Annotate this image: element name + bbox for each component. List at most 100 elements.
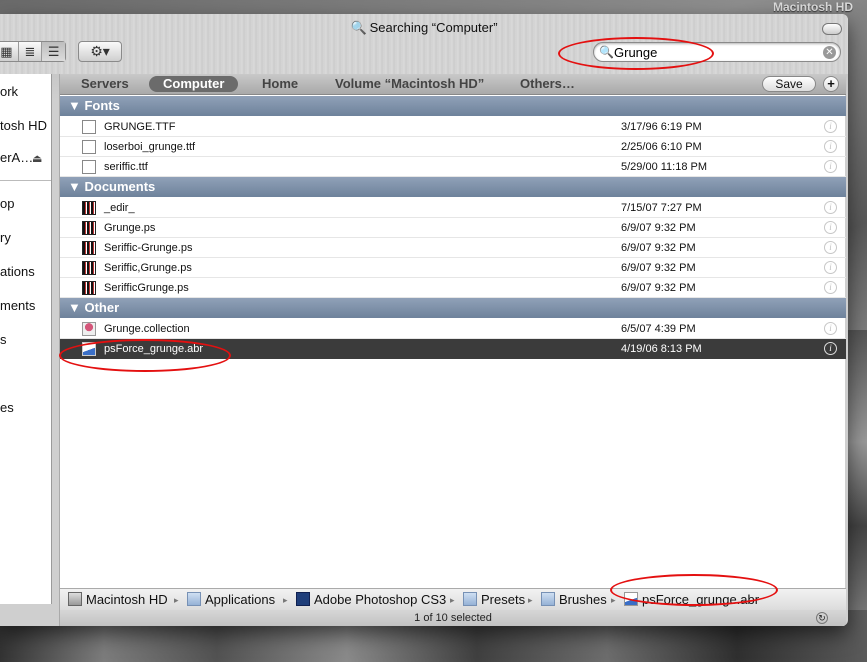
list-item[interactable]: Seriffic,Grunge.ps 6/9/07 9:32 PM i [60, 258, 846, 278]
path-separator-icon: ▸ [174, 595, 179, 605]
folder-icon [187, 592, 201, 606]
sidebar-item-pictures[interactable]: es [0, 400, 14, 415]
path-item[interactable]: Adobe Photoshop CS3 [296, 589, 446, 611]
annotation-circle-path-file [610, 574, 778, 606]
column-view-icon[interactable]: ☰ [42, 42, 66, 61]
scope-volume[interactable]: Volume “Macintosh HD” [335, 76, 484, 92]
scope-home[interactable]: Home [262, 76, 298, 92]
window-title: 🔍 Searching “Computer” [0, 20, 848, 36]
list-item[interactable]: GRUNGE.TTF 3/17/96 6:19 PM i [60, 117, 846, 137]
icon-view-icon[interactable]: ▦ [0, 42, 19, 61]
sidebar-item-applications[interactable]: ations [0, 264, 35, 279]
path-separator-icon: ▸ [528, 595, 533, 605]
list-item[interactable]: seriffic.ttf 5/29/00 11:18 PM i [60, 157, 846, 177]
info-icon[interactable]: i [824, 261, 837, 274]
collection-icon [82, 322, 96, 336]
file-date: 4/19/06 8:13 PM [621, 343, 702, 355]
sidebar-item-macintosh-hd[interactable]: tosh HD [0, 118, 47, 133]
postscript-file-icon [82, 241, 96, 255]
file-date: 3/17/96 6:19 PM [621, 121, 702, 133]
postscript-file-icon [82, 221, 96, 235]
folder-icon [541, 592, 555, 606]
sidebar-item-network[interactable]: ork [0, 84, 18, 99]
font-file-icon [82, 120, 96, 134]
save-search-button[interactable]: Save [762, 76, 816, 92]
toolbar: 🔍Searching “Computer” ▦ ≣ ☰ ⚙▾ 🔍 ✕ [0, 14, 848, 74]
scope-others[interactable]: Others… [520, 76, 575, 92]
photoshop-app-icon [296, 592, 310, 606]
file-date: 6/9/07 9:32 PM [621, 242, 696, 254]
list-item[interactable]: loserboi_grunge.ttf 2/25/06 6:10 PM i [60, 137, 846, 157]
finder-search-window: 🔍Searching “Computer” ▦ ≣ ☰ ⚙▾ 🔍 ✕ ork t… [0, 14, 848, 626]
section-header-other[interactable]: ▼ Other [60, 298, 846, 318]
path-label: Adobe Photoshop CS3 [314, 592, 447, 607]
add-criteria-button[interactable]: + [823, 76, 839, 92]
sidebar-divider [0, 180, 51, 181]
info-icon[interactable]: i [824, 221, 837, 234]
file-date: 6/9/07 9:32 PM [621, 222, 696, 234]
file-name: Grunge.collection [104, 323, 190, 335]
list-item[interactable]: _edir_ 7/15/07 7:27 PM i [60, 198, 846, 218]
sidebar-item-library[interactable]: ry [0, 230, 11, 245]
list-view-icon[interactable]: ≣ [19, 42, 43, 61]
view-switcher[interactable]: ▦ ≣ ☰ [0, 41, 66, 62]
path-item[interactable]: Brushes [541, 589, 607, 611]
file-date: 6/9/07 9:32 PM [621, 282, 696, 294]
info-icon[interactable]: i [824, 160, 837, 173]
info-icon[interactable]: i [824, 322, 837, 335]
action-menu-button[interactable]: ⚙▾ [78, 41, 122, 62]
desktop-disk-label[interactable]: Macintosh HD [773, 0, 853, 14]
annotation-circle-selected-file [59, 339, 231, 372]
file-name: _edir_ [104, 202, 135, 214]
status-text: 1 of 10 selected [414, 612, 492, 624]
path-label: Macintosh HD [86, 592, 168, 607]
section-title: Other [84, 300, 120, 315]
file-name: SerifficGrunge.ps [104, 282, 189, 294]
file-name: loserboi_grunge.ttf [104, 141, 196, 153]
postscript-file-icon [82, 281, 96, 295]
section-header-fonts[interactable]: ▼ Fonts [60, 96, 846, 116]
annotation-circle-search [558, 37, 714, 70]
section-title: Fonts [84, 98, 120, 113]
sidebar-item-documents[interactable]: ments [0, 298, 35, 313]
clear-search-icon[interactable]: ✕ [823, 46, 836, 59]
sidebar-item-desktop[interactable]: op [0, 196, 14, 211]
window-title-text: Searching “Computer” [369, 20, 498, 35]
scope-computer[interactable]: Computer [149, 76, 239, 92]
list-item[interactable]: Seriffic-Grunge.ps 6/9/07 9:32 PM i [60, 238, 846, 258]
magnifier-icon: 🔍 [350, 20, 367, 35]
file-name: Seriffic-Grunge.ps [104, 242, 193, 254]
path-label: Applications [205, 592, 276, 607]
font-file-icon [82, 160, 96, 174]
file-date: 7/15/07 7:27 PM [621, 202, 702, 214]
path-item[interactable]: Macintosh HD [68, 589, 168, 611]
list-item[interactable]: Grunge.ps 6/9/07 9:32 PM i [60, 218, 846, 238]
sidebar-item-user-disk[interactable]: erA… [0, 150, 33, 165]
info-icon[interactable]: i [824, 342, 837, 355]
path-item[interactable]: Applications [187, 589, 275, 611]
toolbar-toggle-button[interactable] [822, 23, 842, 35]
scope-servers[interactable]: Servers [81, 76, 129, 92]
sidebar-item-movies[interactable]: s [0, 332, 7, 347]
status-bar: 1 of 10 selected ↻ [60, 610, 846, 626]
gear-icon: ⚙▾ [90, 43, 110, 59]
path-separator-icon: ▸ [450, 595, 455, 605]
info-icon[interactable]: i [824, 120, 837, 133]
progress-spinner-icon: ↻ [816, 612, 828, 624]
file-name: seriffic.ttf [104, 161, 148, 173]
list-item[interactable]: SerifficGrunge.ps 6/9/07 9:32 PM i [60, 278, 846, 298]
postscript-file-icon [82, 261, 96, 275]
font-file-icon [82, 140, 96, 154]
info-icon[interactable]: i [824, 140, 837, 153]
list-item[interactable]: Grunge.collection 6/5/07 4:39 PM i [60, 319, 846, 339]
path-item[interactable]: Presets [463, 589, 525, 611]
info-icon[interactable]: i [824, 281, 837, 294]
file-name: Grunge.ps [104, 222, 156, 234]
section-header-documents[interactable]: ▼ Documents [60, 177, 846, 197]
eject-icon[interactable]: ⏏ [32, 152, 42, 165]
section-title: Documents [84, 179, 156, 194]
hard-disk-icon [68, 592, 82, 606]
search-scope-bar: Servers Computer Home Volume “Macintosh … [60, 74, 846, 95]
info-icon[interactable]: i [824, 201, 837, 214]
info-icon[interactable]: i [824, 241, 837, 254]
